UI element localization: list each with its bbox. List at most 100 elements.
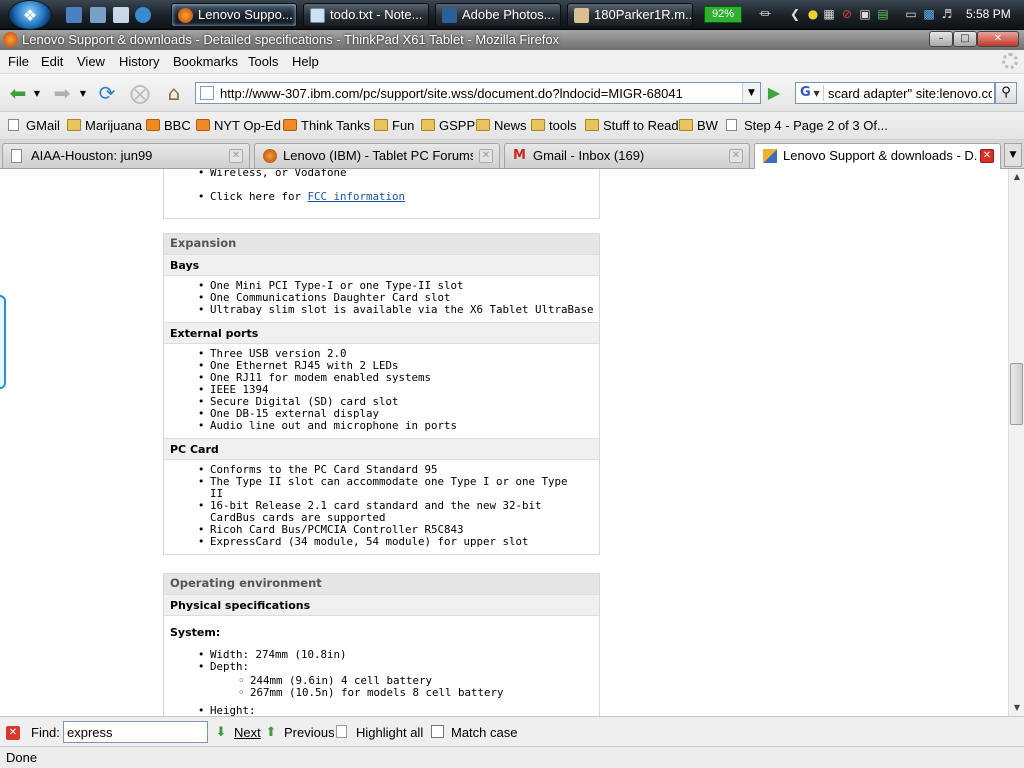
tablet-icon[interactable]: ▭ bbox=[904, 7, 918, 21]
volume-icon[interactable]: ♬ bbox=[940, 7, 954, 21]
maximize-button[interactable]: □ bbox=[953, 31, 977, 47]
find-next-label: Next bbox=[234, 725, 261, 740]
url-text[interactable]: http://www-307.ibm.com/pc/support/site.w… bbox=[220, 86, 683, 101]
external-ports-list: Three USB version 2.0One Ethernet RJ45 w… bbox=[164, 344, 599, 438]
folder-icon bbox=[476, 119, 490, 131]
bookmark-folder-stufftoread[interactable]: Stuff to Read bbox=[585, 118, 679, 133]
bookmark-label: GSPP bbox=[439, 118, 476, 133]
notepad-icon bbox=[310, 8, 325, 23]
taskbar-button-photoshop[interactable]: Adobe Photos... bbox=[435, 3, 561, 27]
bookmark-feed-bbc[interactable]: BBC bbox=[146, 118, 191, 133]
taskbar-button-firefox[interactable]: Lenovo Suppo... bbox=[171, 3, 297, 27]
go-button[interactable]: ▶ bbox=[764, 83, 784, 103]
side-widget[interactable] bbox=[0, 295, 6, 389]
start-button[interactable]: ❖ bbox=[8, 0, 52, 30]
page-content: Wireless, or Vodafone Click here for FCC… bbox=[0, 169, 1008, 716]
bookmark-gmail[interactable]: GMail bbox=[8, 118, 60, 133]
wireless-icon[interactable]: ▩ bbox=[922, 7, 936, 21]
bookmark-folder-gspp[interactable]: GSPP bbox=[421, 118, 475, 133]
no-connection-icon[interactable]: ⊘ bbox=[840, 7, 854, 21]
bookmark-folder-tools[interactable]: tools bbox=[531, 118, 576, 133]
sync-icon[interactable]: ▣ bbox=[858, 7, 872, 21]
task-label: Lenovo Suppo... bbox=[198, 7, 293, 22]
find-close-button[interactable]: ✕ bbox=[6, 726, 20, 740]
reload-button[interactable]: ⟳ bbox=[93, 79, 121, 107]
highlight-all-button[interactable]: Highlight all bbox=[336, 725, 423, 740]
search-engine-selector[interactable]: G ▼ bbox=[798, 85, 824, 101]
taskbar-button-notepad[interactable]: todo.txt - Note... bbox=[303, 3, 429, 27]
bookmark-step4[interactable]: Step 4 - Page 2 of 3 Of... bbox=[726, 118, 888, 133]
vertical-scrollbar[interactable]: ▲ ▼ bbox=[1008, 169, 1024, 716]
expansion-heading: Expansion bbox=[164, 234, 599, 254]
gmail-icon: M bbox=[513, 148, 526, 163]
search-box[interactable]: G ▼ bbox=[795, 82, 995, 104]
info-icon[interactable] bbox=[135, 7, 151, 23]
tab-aiaa-houston[interactable]: AIAA-Houston: jun99 ✕ bbox=[2, 143, 250, 168]
minimize-button[interactable]: – bbox=[929, 31, 953, 47]
taskbar-button-media[interactable]: 180Parker1R.m... bbox=[567, 3, 693, 27]
search-button[interactable]: ⚲ bbox=[995, 82, 1017, 104]
bookmark-feed-thinktanks[interactable]: Think Tanks bbox=[283, 118, 370, 133]
back-history-dropdown[interactable]: ▼ bbox=[30, 79, 44, 107]
tab-close-button[interactable]: ✕ bbox=[980, 149, 994, 163]
go-arrow-icon: ▶ bbox=[767, 83, 781, 102]
menu-bookmarks[interactable]: Bookmarks bbox=[173, 54, 238, 69]
bulb-icon[interactable]: ● bbox=[806, 7, 820, 21]
menu-edit[interactable]: Edit bbox=[41, 54, 63, 69]
bookmarks-toolbar: GMail Marijuana BBC NYT Op-Ed Think Tank… bbox=[0, 112, 1024, 140]
forward-history-dropdown[interactable]: ▼ bbox=[76, 79, 90, 107]
bookmark-folder-news[interactable]: News bbox=[476, 118, 527, 133]
find-previous-button[interactable]: ⬆ Previous bbox=[264, 725, 335, 741]
folder-icon bbox=[67, 119, 81, 131]
clock[interactable]: 5:58 PM bbox=[966, 7, 1011, 21]
quicklaunch-app-icon[interactable] bbox=[113, 7, 129, 23]
url-history-dropdown[interactable]: ▼ bbox=[742, 83, 760, 103]
tab-close-button[interactable]: ✕ bbox=[479, 149, 493, 163]
close-window-button[interactable]: ✕ bbox=[977, 31, 1019, 47]
url-bar[interactable]: http://www-307.ibm.com/pc/support/site.w… bbox=[195, 82, 761, 104]
search-input[interactable] bbox=[828, 84, 992, 102]
menu-view[interactable]: View bbox=[77, 54, 105, 69]
scrollbar-thumb[interactable] bbox=[1010, 363, 1023, 425]
height-item: Height: bbox=[198, 705, 599, 717]
stop-button[interactable]: ⨂ bbox=[126, 79, 154, 107]
home-button[interactable]: ⌂ bbox=[160, 79, 188, 107]
bookmark-label: GMail bbox=[26, 118, 60, 133]
menu-tools[interactable]: Tools bbox=[248, 54, 278, 69]
menu-history[interactable]: History bbox=[119, 54, 159, 69]
match-case-checkbox[interactable]: Match case bbox=[431, 725, 517, 740]
forward-button[interactable]: ➡ bbox=[48, 79, 76, 107]
tab-close-button[interactable]: ✕ bbox=[229, 149, 243, 163]
scroll-down-button[interactable]: ▼ bbox=[1009, 700, 1024, 716]
switch-windows-icon[interactable] bbox=[90, 7, 106, 23]
chevron-left-icon[interactable]: ❮ bbox=[788, 7, 802, 21]
scroll-up-button[interactable]: ▲ bbox=[1009, 169, 1024, 185]
folder-icon bbox=[374, 119, 388, 131]
back-button[interactable]: ⬅ bbox=[4, 79, 32, 107]
depth-8cell-item: 267mm (10.5n) for models 8 cell battery bbox=[238, 687, 599, 700]
all-tabs-dropdown[interactable]: ▼ bbox=[1004, 143, 1022, 167]
folder-icon bbox=[585, 119, 599, 131]
menu-help[interactable]: Help bbox=[292, 54, 319, 69]
battery-indicator[interactable]: 92% bbox=[704, 6, 742, 23]
power-plug-icon[interactable]: ⏛ bbox=[758, 7, 772, 21]
tab-lenovo-support[interactable]: Lenovo Support & downloads - D... ✕ bbox=[754, 143, 1001, 169]
tab-gmail[interactable]: M Gmail - Inbox (169) ✕ bbox=[504, 143, 750, 168]
bookmark-feed-nyt[interactable]: NYT Op-Ed bbox=[196, 118, 281, 133]
show-desktop-icon[interactable] bbox=[66, 7, 82, 23]
pc-card-list-item: ExpressCard (34 module, 54 module) for u… bbox=[198, 536, 579, 549]
bookmark-folder-fun[interactable]: Fun bbox=[374, 118, 414, 133]
pc-card-list-item: 16-bit Release 2.1 card standard and the… bbox=[198, 500, 579, 524]
menu-file[interactable]: File bbox=[8, 54, 29, 69]
bookmark-folder-marijuana[interactable]: Marijuana bbox=[67, 118, 142, 133]
network-icon[interactable]: ▦ bbox=[822, 7, 836, 21]
fcc-information-link[interactable]: FCC information bbox=[308, 190, 406, 203]
bookmark-folder-bw[interactable]: BW bbox=[679, 118, 718, 133]
image-icon[interactable]: ▤ bbox=[876, 7, 890, 21]
find-input[interactable] bbox=[63, 721, 208, 743]
firefox-icon bbox=[3, 32, 18, 47]
tab-close-button[interactable]: ✕ bbox=[729, 149, 743, 163]
tab-tablet-pc-forums[interactable]: Lenovo (IBM) - Tablet PC Forums, ... ✕ bbox=[254, 143, 500, 168]
find-next-button[interactable]: ⬇ Next bbox=[214, 725, 261, 741]
forward-arrow-icon: ➡ bbox=[53, 81, 71, 105]
